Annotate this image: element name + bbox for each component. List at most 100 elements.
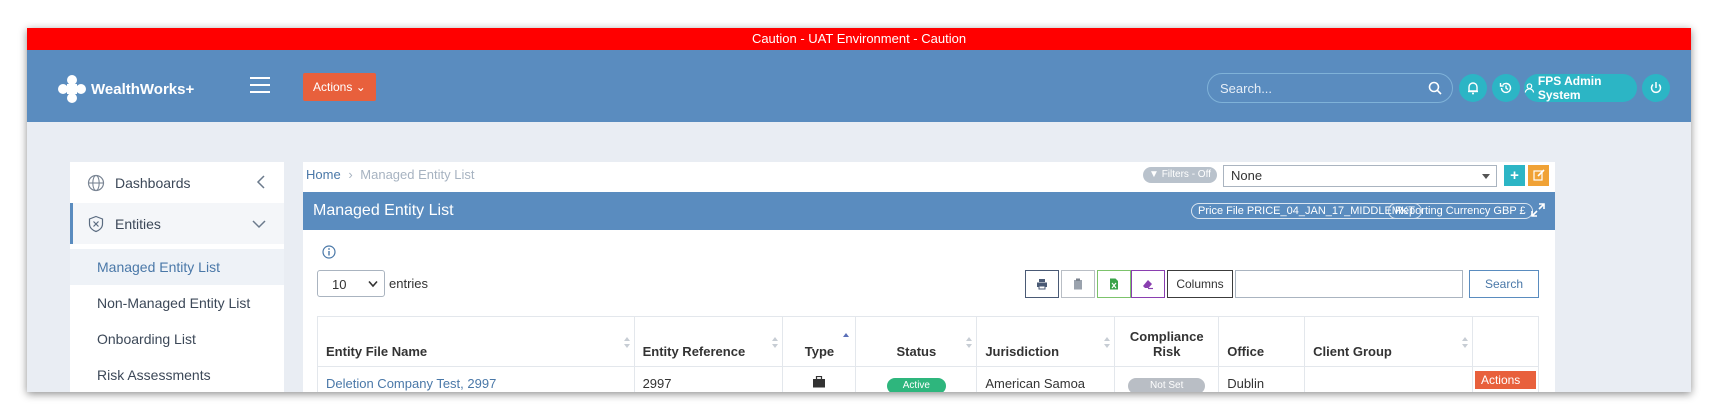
sidebar-subitem-risk-assessments[interactable]: Risk Assessments <box>70 357 284 392</box>
expand-icon[interactable] <box>1531 203 1545 217</box>
panel-title: Managed Entity List <box>313 202 454 219</box>
reporting-currency-badge: Reporting Currency GBP £ <box>1388 203 1533 219</box>
table-search-button[interactable]: Search <box>1469 270 1539 298</box>
excel-file-icon <box>1110 278 1118 290</box>
column-header-office[interactable]: Office <box>1218 316 1306 367</box>
column-header-entity-reference[interactable]: Entity Reference <box>633 316 784 367</box>
global-search-input[interactable] <box>1208 74 1418 102</box>
column-header-label: Jurisdiction <box>985 344 1060 359</box>
breadcrumb: Home › Managed Entity List <box>306 167 474 182</box>
menu-toggle-icon[interactable] <box>250 77 270 93</box>
column-header-client-group[interactable]: Client Group <box>1304 316 1473 367</box>
sort-icon <box>772 337 779 349</box>
column-header-label: Entity File Name <box>326 344 428 359</box>
user-icon <box>1524 83 1535 93</box>
column-header-label: Status <box>896 344 937 359</box>
chevron-down-icon: ⌄ <box>1481 391 1491 392</box>
column-header-label: Compliance Risk <box>1129 329 1204 359</box>
environment-banner: Caution - UAT Environment - Caution <box>27 28 1691 50</box>
filter-preset-value: None <box>1231 168 1263 183</box>
filters-toggle[interactable]: ▼ Filters - Off <box>1143 167 1217 183</box>
cell-jurisdiction: American Samoa <box>976 366 1116 392</box>
column-header-label: Client Group <box>1313 344 1392 359</box>
clear-filters-button[interactable] <box>1131 270 1165 298</box>
copy-button[interactable] <box>1061 270 1095 298</box>
column-header-jurisdiction[interactable]: Jurisdiction <box>976 316 1116 367</box>
panel-header: Managed Entity List Price File PRICE_04_… <box>303 192 1555 230</box>
add-entity-button[interactable]: + <box>1504 165 1525 186</box>
globe-icon <box>87 174 105 192</box>
cell-actions: Actions ⌄ <box>1471 366 1540 392</box>
caret-down-icon <box>1482 174 1490 179</box>
cell-type <box>782 366 857 392</box>
row-actions-label: Actions <box>1480 373 1521 387</box>
bell-icon <box>1468 82 1478 95</box>
entity-table: Entity File Name Entity Reference Type S… <box>317 316 1540 392</box>
filter-preset-select[interactable]: None <box>1223 165 1497 187</box>
column-header-label: Entity Reference <box>642 344 746 359</box>
columns-button[interactable]: Columns <box>1167 270 1233 298</box>
clipboard-icon <box>1074 278 1082 290</box>
sidebar-item-entities[interactable]: Entities <box>70 203 284 244</box>
edit-filter-button[interactable] <box>1528 165 1549 186</box>
cell-compliance-risk: Not Set <box>1114 366 1220 392</box>
column-header-status[interactable]: Status <box>855 316 978 367</box>
history-icon <box>1499 82 1512 94</box>
table-row: Deletion Company Test, 2997 2997 Active … <box>317 366 1540 392</box>
user-menu-button[interactable]: FPS Admin System <box>1524 74 1637 102</box>
logo-text: WealthWorks+ <box>91 80 195 98</box>
filter-icon: ▼ <box>1149 169 1159 180</box>
sidebar-subitem-managed-entity-list[interactable]: Managed Entity List <box>70 249 284 285</box>
table-header-row: Entity File Name Entity Reference Type S… <box>317 316 1540 367</box>
plus-icon: + <box>1510 167 1519 184</box>
column-header-label: Type <box>804 344 835 359</box>
search-icon[interactable] <box>1428 81 1442 95</box>
app-window: Caution - UAT Environment - Caution Weal… <box>27 28 1691 392</box>
app-logo[interactable]: WealthWorks+ <box>57 74 194 104</box>
risk-badge: Not Set <box>1128 378 1206 392</box>
history-button[interactable] <box>1492 74 1520 102</box>
chevron-left-icon <box>256 175 265 189</box>
cell-office: Dublin <box>1218 366 1306 392</box>
column-header-label: Office <box>1227 344 1265 359</box>
sort-icon <box>1461 337 1468 349</box>
main-content: Home › Managed Entity List ▼ Filters - O… <box>303 162 1555 392</box>
sort-icon <box>623 337 630 349</box>
cell-entity-file-name: Deletion Company Test, 2997 <box>317 366 635 392</box>
sidebar-subitem-onboarding-list[interactable]: Onboarding List <box>70 321 284 357</box>
entity-link[interactable]: Deletion Company Test, 2997 <box>326 376 496 391</box>
print-button[interactable] <box>1025 270 1059 298</box>
table-search-input[interactable] <box>1235 270 1463 298</box>
column-header-type[interactable]: Type <box>782 316 857 367</box>
eraser-icon <box>1143 280 1153 290</box>
breadcrumb-home-link[interactable]: Home <box>306 167 341 182</box>
sort-icon <box>966 337 973 349</box>
sidebar-item-dashboards[interactable]: Dashboards <box>70 162 284 203</box>
briefcase-icon <box>813 375 826 388</box>
column-header-actions <box>1471 316 1540 367</box>
chevron-down-icon: ⌄ <box>355 80 366 94</box>
entries-label: entries <box>389 276 429 291</box>
print-icon <box>1037 279 1047 290</box>
sort-ascending-icon <box>843 333 850 345</box>
filters-label: Filters - Off <box>1161 169 1211 180</box>
cell-client-group <box>1304 366 1473 392</box>
page-length-select[interactable]: 10 <box>317 270 385 297</box>
chevron-down-icon <box>252 220 266 229</box>
user-name: FPS Admin System <box>1537 74 1602 102</box>
logout-button[interactable] <box>1642 74 1670 102</box>
page-length-value: 10 <box>332 277 347 292</box>
top-header: WealthWorks+ Actions ⌄ Search... FPS Adm… <box>27 50 1691 122</box>
breadcrumb-current: Managed Entity List <box>360 167 475 182</box>
header-actions-button[interactable]: Actions ⌄ <box>303 73 376 101</box>
row-actions-button[interactable]: Actions ⌄ <box>1474 371 1536 392</box>
sidebar-subitem-non-managed-entity-list[interactable]: Non-Managed Entity List <box>70 285 284 321</box>
column-header-compliance-risk[interactable]: Compliance Risk <box>1114 316 1220 367</box>
column-header-entity-file-name[interactable]: Entity File Name <box>317 316 635 367</box>
notifications-button[interactable] <box>1459 74 1487 102</box>
power-icon <box>1650 82 1662 94</box>
info-icon[interactable] <box>322 245 336 259</box>
global-search <box>1207 73 1453 103</box>
logo-icon <box>58 75 86 103</box>
export-excel-button[interactable] <box>1097 270 1131 298</box>
